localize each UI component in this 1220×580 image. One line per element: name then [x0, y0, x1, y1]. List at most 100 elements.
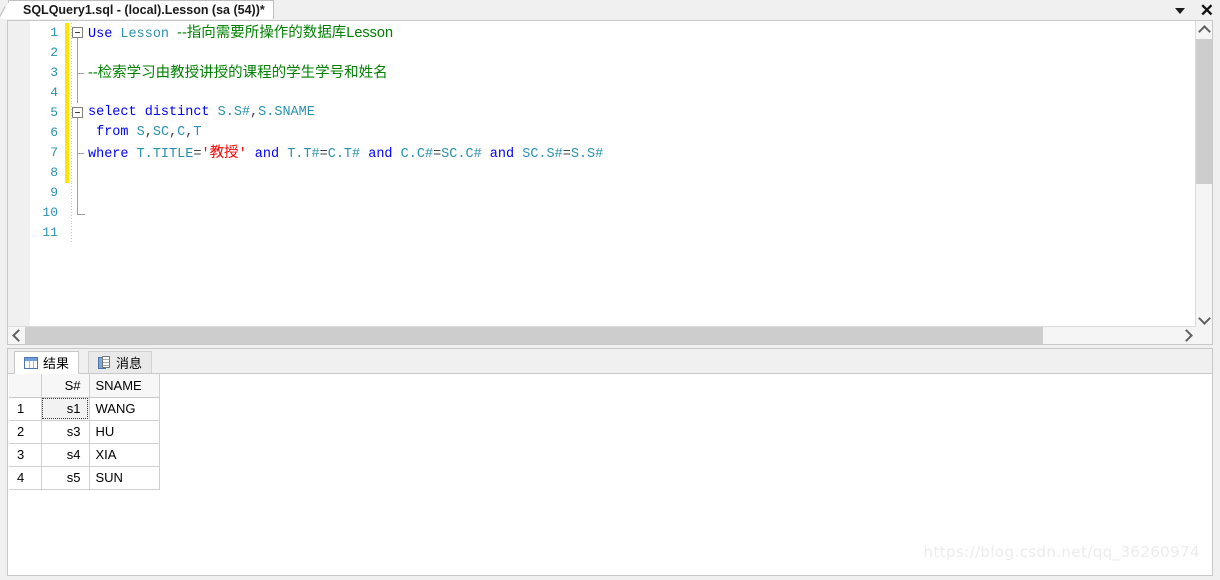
outline-line [77, 43, 78, 63]
change-bar [65, 123, 69, 143]
cell-s[interactable]: s1 [41, 397, 90, 421]
horizontal-scroll-thumb[interactable] [25, 327, 1043, 344]
code-line[interactable]: 10 [8, 203, 1195, 223]
code-line[interactable]: 4 [8, 83, 1195, 103]
collapse-region-icon[interactable] [72, 27, 83, 38]
code-line[interactable]: 3 --检索学习由教授讲授的课程的学生学号和姓名 [8, 63, 1195, 83]
tab-messages[interactable]: 消息 [88, 351, 153, 373]
results-table-head: S# SNAME [9, 374, 160, 398]
sql-editor-pane[interactable]: 1 Use Lesson --指向需要所操作的数据库Lesson 2 3 --检索学习由… [7, 20, 1213, 345]
code-line[interactable]: 7 where T.TITLE='教授' and T.T#=C.T# and C.… [8, 143, 1195, 163]
outline-margin[interactable] [71, 203, 85, 223]
column-header-s[interactable]: S# [41, 374, 90, 398]
code-token-op: = [433, 147, 442, 162]
chevron-right-icon[interactable] [1179, 327, 1196, 344]
line-number: 5 [50, 105, 58, 120]
cell-sname[interactable]: HU [89, 420, 160, 444]
outline-margin[interactable] [71, 103, 85, 123]
code-token-ident: SC.S# [522, 147, 563, 162]
code-token-cmt: --检索学习由教授讲授的课程的学生学号和姓名 [88, 65, 388, 81]
code-token-op: , [144, 125, 153, 140]
code-token-ident: S.SNAME [258, 105, 315, 120]
right-rail [1213, 0, 1220, 580]
outline-margin[interactable] [71, 123, 85, 143]
change-bar [65, 23, 69, 43]
line-number: 10 [42, 205, 58, 220]
tab-results[interactable]: 结果 [14, 351, 80, 374]
cell-s[interactable]: s5 [41, 466, 90, 490]
document-tab-sqlquery1[interactable]: SQLQuery1.sql - (local).Lesson (sa (54))… [0, 0, 274, 19]
code-line[interactable]: 9 [8, 183, 1195, 203]
outline-margin[interactable] [71, 43, 85, 63]
tab-results-label: 结果 [43, 357, 70, 372]
code-token-op: , [169, 125, 178, 140]
table-row[interactable]: 3 s4 XIA [9, 443, 160, 467]
collapse-region-icon[interactable] [72, 107, 83, 118]
outline-line [77, 123, 78, 143]
code-line-text: from S,SC,C,T [88, 123, 201, 143]
outline-margin[interactable] [71, 163, 85, 183]
outline-margin[interactable] [71, 83, 85, 103]
editor-horizontal-scrollbar[interactable] [8, 326, 1196, 344]
outline-margin[interactable] [71, 23, 85, 43]
column-header-sname[interactable]: SNAME [89, 374, 160, 398]
close-icon[interactable]: ✕ [1200, 2, 1214, 19]
outline-tick [77, 73, 84, 74]
code-line[interactable]: 6 from S,SC,C,T [8, 123, 1195, 143]
tab-slant-edge [0, 0, 10, 19]
code-token-str: 教授 [209, 145, 239, 161]
row-number-cell[interactable]: 4 [9, 466, 42, 490]
cell-sname[interactable]: SUN [89, 466, 160, 490]
chevron-down-icon[interactable] [1174, 5, 1186, 16]
table-row[interactable]: 1 s1 WANG [9, 397, 160, 421]
code-token-kw: and [254, 147, 280, 162]
chevron-down-icon[interactable] [1196, 310, 1212, 327]
code-token-ident: S [136, 125, 145, 140]
code-line[interactable]: 1 Use Lesson --指向需要所操作的数据库Lesson [8, 23, 1195, 43]
code-line-text: --检索学习由教授讲授的课程的学生学号和姓名 [88, 63, 388, 85]
code-line[interactable]: 8 [8, 163, 1195, 183]
chevron-left-icon[interactable] [8, 327, 25, 344]
code-line-text: select distinct S.S#,S.SNAME [88, 103, 315, 123]
table-row[interactable]: 4 s5 SUN [9, 466, 160, 490]
chevron-up-icon[interactable] [1196, 21, 1212, 38]
document-icon [98, 355, 111, 370]
watermark-text: https://blog.csdn.net/qq_36260974 [923, 543, 1200, 561]
change-bar [65, 43, 69, 63]
results-grid[interactable]: S# SNAME 1 s1 WANG 2 s3 HU 3 s4 XIA 4 s5 SUN [9, 374, 160, 490]
row-number-cell[interactable]: 2 [9, 420, 42, 444]
code-text-area[interactable]: 1 Use Lesson --指向需要所操作的数据库Lesson 2 3 --检索学习由… [8, 23, 1195, 344]
grid-icon [24, 356, 38, 369]
row-number-cell[interactable]: 1 [9, 397, 42, 421]
code-line-text: Use Lesson --指向需要所操作的数据库Lesson [88, 23, 393, 45]
code-line[interactable]: 5 select distinct S.S#,S.SNAME [8, 103, 1195, 123]
code-token-op: = [319, 147, 328, 162]
code-token-cmt: --指向需要所操作的数据库Lesson [177, 25, 394, 41]
vertical-scroll-thumb[interactable] [1196, 39, 1212, 184]
table-row[interactable]: 2 s3 HU [9, 420, 160, 444]
editor-vertical-scrollbar[interactable] [1195, 21, 1212, 327]
row-header-corner[interactable] [9, 374, 42, 398]
code-line[interactable]: 2 [8, 43, 1195, 63]
code-line[interactable]: 11 [8, 223, 1195, 243]
row-number-cell[interactable]: 3 [9, 443, 42, 467]
cell-sname[interactable]: XIA [89, 443, 160, 467]
code-token-kw: where [88, 147, 129, 162]
line-number: 8 [50, 165, 58, 180]
code-token-ident: C.C# [400, 147, 434, 162]
cell-s[interactable]: s4 [41, 443, 90, 467]
outline-margin[interactable] [71, 143, 85, 163]
code-token-op: = [562, 147, 571, 162]
cell-s[interactable]: s3 [41, 420, 90, 444]
code-line-text: where T.TITLE='教授' and T.T#=C.T# and C.C… [88, 143, 603, 165]
code-token-ident: Lesson [120, 27, 170, 42]
outline-margin[interactable] [71, 183, 85, 203]
code-token-ident: S.S# [217, 105, 251, 120]
window-buttons: ✕ [1174, 0, 1214, 20]
outline-margin[interactable] [71, 63, 85, 83]
code-token-ident: SC.C# [441, 147, 482, 162]
cell-sname[interactable]: WANG [89, 397, 160, 421]
